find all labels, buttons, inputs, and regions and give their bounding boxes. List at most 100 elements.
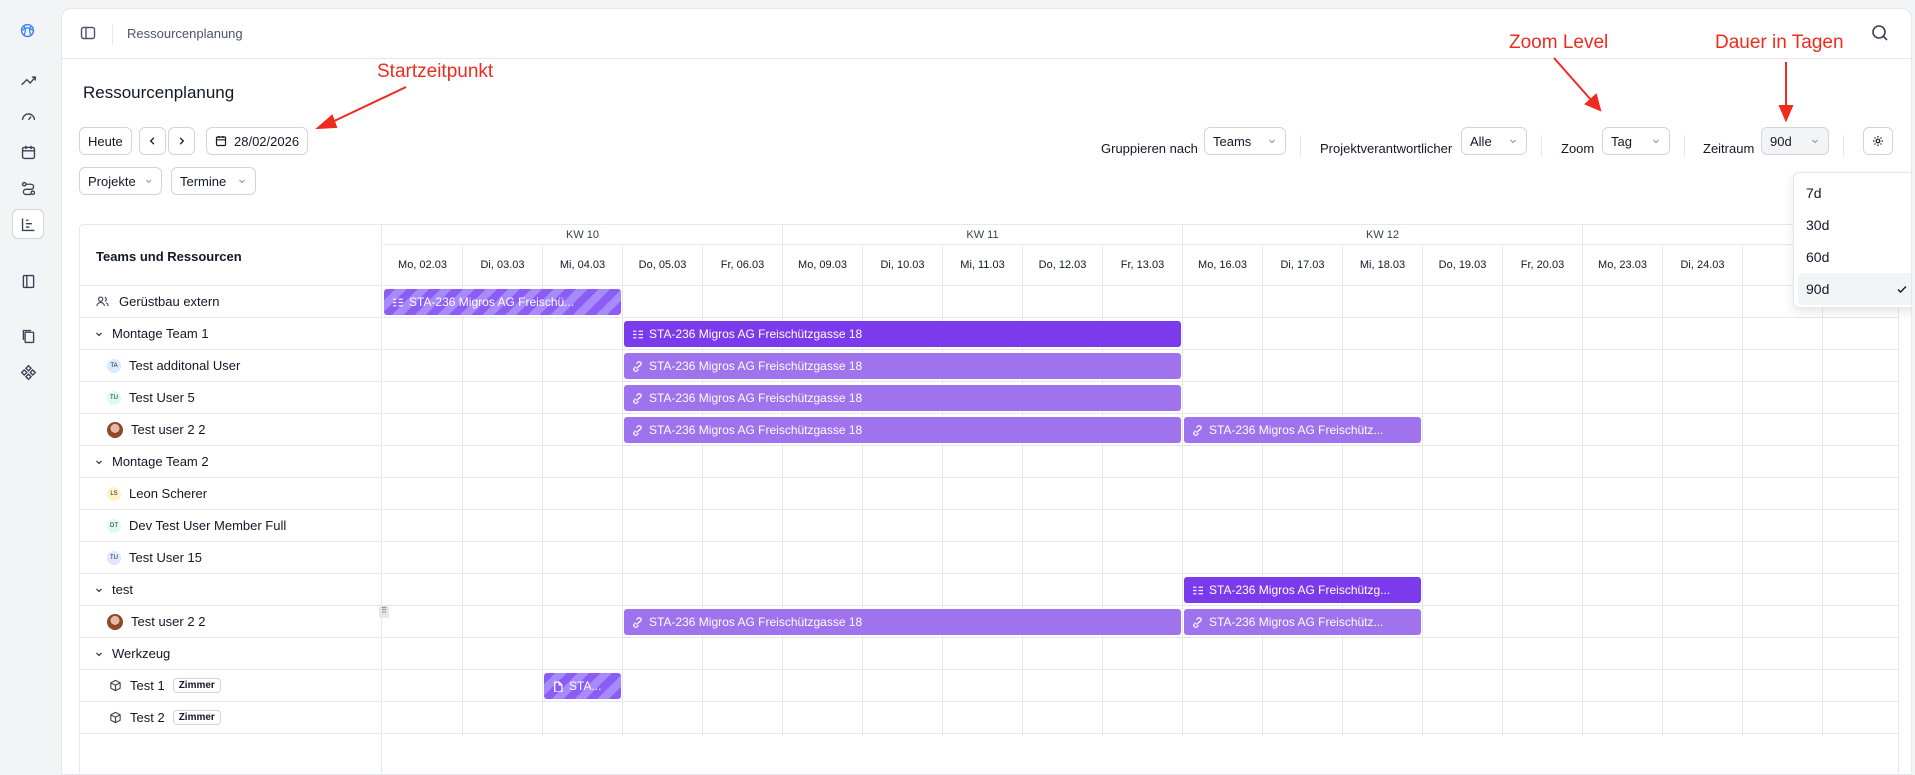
day-header: Do, 05.03 (623, 245, 703, 286)
chevron-down-icon[interactable] (94, 329, 104, 339)
period-option[interactable]: 90d (1798, 273, 1911, 305)
zoom-value: Tag (1611, 133, 1632, 149)
assignment-bar[interactable]: STA-236 Migros AG Freischützgasse 18 (624, 321, 1181, 347)
day-header: Mi, 11.03 (943, 245, 1023, 286)
day-header: Di, 10.03 (863, 245, 943, 286)
components-icon[interactable] (18, 362, 38, 382)
app-logo-icon[interactable] (17, 20, 37, 40)
search-icon[interactable] (1871, 24, 1889, 42)
appointments-filter[interactable]: Termine (171, 167, 256, 195)
grid-line (383, 541, 1898, 542)
breadcrumb[interactable]: Ressourcenplanung (127, 26, 243, 41)
assignment-bar[interactable]: STA... (544, 673, 621, 699)
chevron-down-icon[interactable] (94, 585, 104, 595)
link-icon (633, 360, 642, 372)
resource-row[interactable]: LS Leon Scherer (80, 478, 382, 510)
chevron-down-icon[interactable] (94, 649, 104, 659)
day-header: Mo, 16.03 (1183, 245, 1263, 286)
chevron-down-icon[interactable] (94, 457, 104, 467)
assignment-bar[interactable]: STA-236 Migros AG Freischü... (384, 289, 621, 315)
owner-select[interactable]: Alle (1461, 127, 1527, 155)
team-row[interactable]: Montage Team 2 (80, 446, 382, 478)
resource-row[interactable]: TU Test User 5 (80, 382, 382, 414)
settings-button[interactable] (1863, 127, 1893, 155)
team-row[interactable]: Werkzeug (80, 638, 382, 670)
resource-planning-nav-icon[interactable] (12, 209, 44, 239)
period-select[interactable]: 90d (1761, 127, 1829, 155)
option-label: 60d (1806, 249, 1830, 265)
row-label: Leon Scherer (129, 486, 208, 501)
zoom-select[interactable]: Tag (1602, 127, 1670, 155)
route-icon[interactable] (18, 178, 38, 198)
gear-icon (1873, 136, 1883, 146)
timeline: KW 10 KW 11 KW 12 Mo, 02.03 Di, 03.03 Mi, 04.… (383, 225, 1898, 774)
avatar: LS (107, 486, 121, 501)
week-header: KW 10 (383, 225, 783, 245)
assignment-bar[interactable]: STA-236 Migros AG Freischützgasse 18 (624, 385, 1181, 411)
assignment-label: STA-236 Migros AG Freischützgasse 18 (649, 359, 863, 373)
team-row[interactable]: Montage Team 1 (80, 318, 382, 350)
annotation-start: Startzeitpunkt (377, 61, 494, 82)
assignment-bar[interactable]: STA-236 Migros AG Freischütz... (1184, 609, 1421, 635)
next-button[interactable] (168, 127, 195, 155)
resource-row[interactable]: TA Test additonal User (80, 350, 382, 382)
period-option[interactable]: 30d (1798, 209, 1911, 241)
divider (1300, 135, 1301, 157)
assignment-bar[interactable]: STA-236 Migros AG Freischütz... (1184, 417, 1421, 443)
assignment-label: STA... (569, 679, 602, 693)
day-header: Fr, 06.03 (703, 245, 783, 286)
group-by-value: Teams (1213, 133, 1252, 149)
resource-column: Teams und Ressourcen Gerüstbau extern Mon… (80, 225, 382, 774)
projects-filter[interactable]: Projekte (79, 167, 162, 195)
chevron-down-icon (1269, 139, 1275, 144)
assignment-label: STA-236 Migros AG Freischütz... (1209, 423, 1384, 437)
period-option[interactable]: 7d (1798, 177, 1911, 209)
grid-line (383, 573, 1898, 574)
sidebar-toggle-icon[interactable] (80, 25, 96, 41)
team-row[interactable]: test (80, 574, 382, 606)
resource-row[interactable]: TU Test User 15 (80, 542, 382, 574)
day-header: Mi, 18.03 (1343, 245, 1423, 286)
check-icon (1897, 286, 1907, 293)
main-panel: Ressourcenplanung Ressourcenplanung Heut… (61, 8, 1912, 775)
resource-row[interactable]: Gerüstbau extern (80, 286, 382, 318)
grid-line (383, 605, 1898, 606)
resource-row[interactable]: Test user 2 2 (80, 606, 382, 638)
period-label: Zeitraum (1703, 141, 1755, 156)
date-picker[interactable]: 28/02/2026 (206, 127, 309, 155)
chevron-down-icon (1812, 139, 1818, 144)
row-label: Dev Test User Member Full (129, 518, 287, 533)
resource-row[interactable]: Test 2 Zimmer (80, 702, 382, 734)
assignment-bar[interactable]: STA-236 Migros AG Freischützg... (1184, 577, 1421, 603)
task-icon (393, 298, 403, 306)
group-by-select[interactable]: Teams (1204, 127, 1286, 155)
assignment-bar[interactable]: STA-236 Migros AG Freischützgasse 18 (624, 353, 1181, 379)
period-option[interactable]: 60d (1798, 241, 1911, 273)
assignment-label: STA-236 Migros AG Freischützgasse 18 (649, 391, 863, 405)
resource-row[interactable]: Test 1 Zimmer (80, 670, 382, 702)
assignment-bar[interactable]: STA-236 Migros AG Freischützgasse 18 (624, 609, 1181, 635)
trending-icon[interactable] (18, 70, 38, 90)
assignment-bar[interactable]: STA-236 Migros AG Freischützgasse 18 (624, 417, 1181, 443)
chevron-left-icon (149, 137, 155, 145)
gauge-icon[interactable] (18, 106, 38, 126)
calendar-icon[interactable] (18, 142, 38, 162)
day-header: Fr, 13.03 (1103, 245, 1183, 286)
grid-line (383, 733, 1898, 734)
resource-row[interactable]: DT Dev Test User Member Full (80, 510, 382, 542)
resize-handle[interactable]: ⠿ (379, 606, 389, 618)
avatar: TU (107, 390, 121, 405)
grid-line (383, 701, 1898, 702)
divider (112, 24, 113, 44)
grid-line (383, 349, 1898, 350)
grid-line (383, 381, 1898, 382)
day-header: Do, 12.03 (1023, 245, 1103, 286)
divider (1843, 135, 1844, 157)
resource-row[interactable]: Test user 2 2 (80, 414, 382, 446)
documents-icon[interactable] (18, 326, 38, 346)
book-icon[interactable] (18, 271, 38, 291)
row-label: Test User 15 (129, 550, 202, 565)
prev-button[interactable] (139, 127, 166, 155)
day-header: Do, 19.03 (1423, 245, 1503, 286)
today-button[interactable]: Heute (79, 127, 132, 155)
